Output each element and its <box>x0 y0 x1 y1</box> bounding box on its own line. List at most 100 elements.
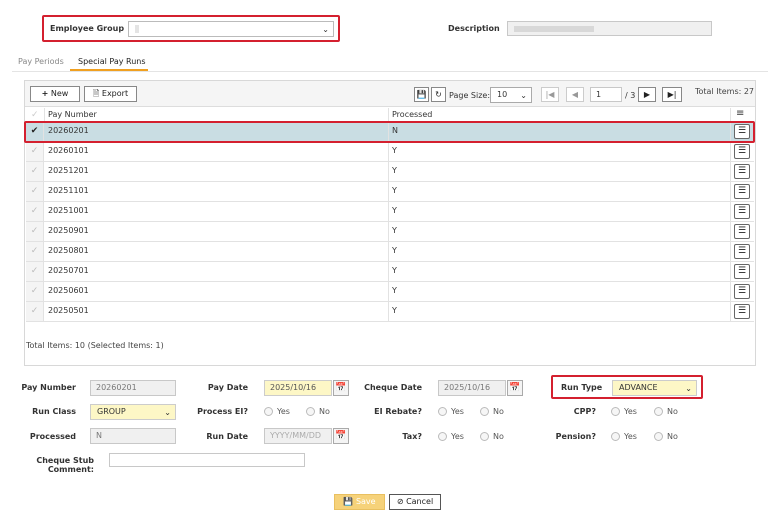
cell-divider <box>388 222 389 241</box>
table-row[interactable]: ✓ 20250701 Y ☰ <box>26 262 754 282</box>
processed-field: N <box>90 428 176 444</box>
pension-no-radio[interactable]: No <box>654 432 678 441</box>
table-row[interactable]: ✓ 20251201 Y ☰ <box>26 162 754 182</box>
ei-rebate-yes-radio[interactable]: Yes <box>438 407 464 416</box>
refresh-icon[interactable]: ↻ <box>431 87 446 102</box>
last-page-button[interactable]: ▶| <box>662 87 682 102</box>
tax-label: Tax? <box>402 432 422 441</box>
cheque-date-field[interactable]: 2025/10/16 <box>438 380 506 396</box>
table-row[interactable]: ✓ 20250501 Y ☰ <box>26 302 754 322</box>
row-menu-icon[interactable]: ☰ <box>734 144 750 159</box>
run-date-label: Run Date <box>206 432 248 441</box>
table-row[interactable]: ✓ 20250601 Y ☰ <box>26 282 754 302</box>
row-menu-icon[interactable]: ☰ <box>734 204 750 219</box>
calendar-icon[interactable]: 📅 <box>507 380 523 396</box>
prev-page-button[interactable]: ◀ <box>566 87 584 102</box>
radio-circle-icon <box>306 407 315 416</box>
table-row[interactable]: ✓ 20251101 Y ☰ <box>26 182 754 202</box>
chevron-down-icon: ⌄ <box>685 384 692 393</box>
cell-divider <box>730 242 731 261</box>
save-layout-icon[interactable]: 💾 <box>414 87 429 102</box>
save-icon: 💾 <box>343 497 354 506</box>
process-ei-yes-radio[interactable]: Yes <box>264 407 290 416</box>
grid-header: ✓ Pay Number Processed ≡ <box>26 108 754 122</box>
tax-no-radio[interactable]: No <box>480 432 504 441</box>
cell-divider <box>730 162 731 181</box>
pay-number-cell: 20250801 <box>48 246 89 255</box>
new-button[interactable]: + New <box>30 86 80 102</box>
row-menu-icon[interactable]: ☰ <box>734 184 750 199</box>
radio-circle-icon <box>654 407 663 416</box>
table-row[interactable]: ✓ 20250901 Y ☰ <box>26 222 754 242</box>
cpp-no-radio[interactable]: No <box>654 407 678 416</box>
cheque-stub-comment-field[interactable] <box>109 453 305 467</box>
row-check-icon[interactable]: ✓ <box>26 162 44 181</box>
row-check-icon[interactable]: ✓ <box>26 242 44 261</box>
tab-pay-periods[interactable]: Pay Periods <box>18 57 64 66</box>
cpp-yes-radio[interactable]: Yes <box>611 407 637 416</box>
tab-special-pay-runs[interactable]: Special Pay Runs <box>78 57 146 66</box>
current-page-input[interactable]: 1 <box>590 87 622 102</box>
cancel-icon: ⊘ <box>396 497 404 506</box>
export-button[interactable]: 🗎 Export <box>84 86 137 102</box>
row-check-icon[interactable]: ✓ <box>26 222 44 241</box>
row-menu-icon[interactable]: ☰ <box>734 224 750 239</box>
process-ei-no-radio[interactable]: No <box>306 407 330 416</box>
processed-cell: Y <box>392 206 397 215</box>
processed-cell: Y <box>392 306 397 315</box>
pay-number-cell: 20250901 <box>48 226 89 235</box>
chevron-down-icon: ⌄ <box>322 25 329 34</box>
pay-date-field[interactable]: 2025/10/16 <box>264 380 332 396</box>
pay-number-cell: 20260101 <box>48 146 89 155</box>
run-class-label: Run Class <box>32 407 76 416</box>
first-page-button[interactable]: |◀ <box>541 87 559 102</box>
column-menu-icon[interactable]: ≡ <box>736 108 744 119</box>
row-menu-icon[interactable]: ☰ <box>734 264 750 279</box>
run-type-select[interactable]: ADVANCE ⌄ <box>612 380 697 396</box>
pay-date-label: Pay Date <box>207 383 248 392</box>
cell-divider <box>730 302 731 321</box>
cancel-button[interactable]: ⊘ Cancel <box>389 494 441 510</box>
cell-divider <box>388 262 389 281</box>
run-class-select[interactable]: GROUP ⌄ <box>90 404 176 420</box>
ei-rebate-label: EI Rebate? <box>374 407 422 416</box>
run-date-field[interactable]: YYYY/MM/DD <box>264 428 332 444</box>
total-pages: / 3 <box>625 91 636 100</box>
row-check-icon[interactable]: ✓ <box>26 302 44 321</box>
column-divider <box>730 108 731 122</box>
row-check-icon[interactable]: ✓ <box>26 282 44 301</box>
next-page-button[interactable]: ▶ <box>638 87 656 102</box>
plus-icon: + <box>41 89 49 98</box>
pay-number-label: Pay Number <box>21 383 76 392</box>
processed-cell: Y <box>392 286 397 295</box>
row-check-icon[interactable]: ✓ <box>26 262 44 281</box>
column-header-pay-number[interactable]: Pay Number <box>48 110 97 119</box>
ei-rebate-no-radio[interactable]: No <box>480 407 504 416</box>
table-row[interactable]: ✓ 20250801 Y ☰ <box>26 242 754 262</box>
row-menu-icon[interactable]: ☰ <box>734 244 750 259</box>
processed-cell: Y <box>392 166 397 175</box>
row-check-icon[interactable]: ✓ <box>26 202 44 221</box>
radio-circle-icon <box>480 407 489 416</box>
row-menu-icon[interactable]: ☰ <box>734 284 750 299</box>
save-button[interactable]: 💾 Save <box>334 494 385 510</box>
cell-divider <box>730 142 731 161</box>
processed-cell: Y <box>392 266 397 275</box>
cell-divider <box>388 182 389 201</box>
pay-number-cell: 20251101 <box>48 186 89 195</box>
pay-number-cell: 20250601 <box>48 286 89 295</box>
table-row[interactable]: ✓ 20251001 Y ☰ <box>26 202 754 222</box>
pension-yes-radio[interactable]: Yes <box>611 432 637 441</box>
calendar-icon[interactable]: 📅 <box>333 428 349 444</box>
row-menu-icon[interactable]: ☰ <box>734 164 750 179</box>
calendar-icon[interactable]: 📅 <box>333 380 349 396</box>
row-menu-icon[interactable]: ☰ <box>734 304 750 319</box>
page-size-select[interactable]: 10 ⌄ <box>490 87 532 103</box>
description-field[interactable] <box>507 21 712 36</box>
employee-group-select[interactable]: ⌄ <box>128 21 334 37</box>
tax-yes-radio[interactable]: Yes <box>438 432 464 441</box>
row-check-icon[interactable]: ✓ <box>26 182 44 201</box>
row-check-icon[interactable]: ✓ <box>26 142 44 161</box>
table-row[interactable]: ✓ 20260101 Y ☰ <box>26 142 754 162</box>
column-header-processed[interactable]: Processed <box>392 110 432 119</box>
